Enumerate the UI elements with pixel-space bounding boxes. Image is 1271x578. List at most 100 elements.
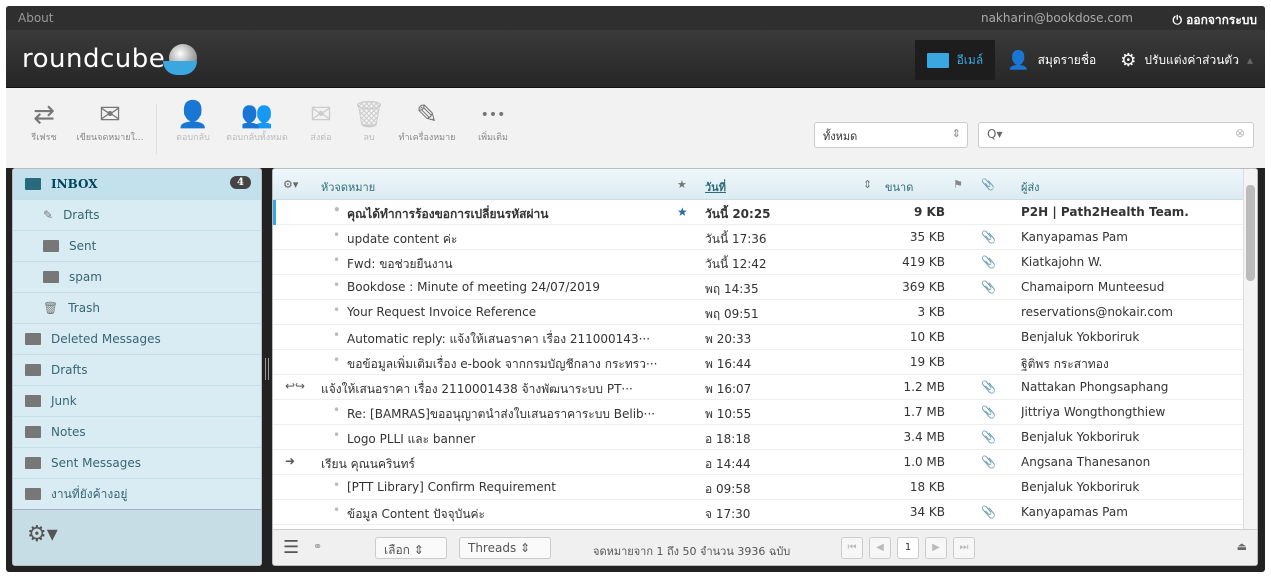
last-page-button[interactable]: ⏭ [953, 537, 975, 559]
clear-search-icon[interactable]: ⊗ [1235, 126, 1245, 140]
subject-cell[interactable]: Fwd: ขอช่วยยืนงาน [347, 255, 665, 274]
preview-toggle-icon[interactable]: ⏏ [1237, 540, 1247, 553]
subject-cell[interactable]: Bookdose : Minute of meeting 24/07/2019 [347, 280, 665, 294]
status-dot-icon[interactable]: • [333, 253, 340, 267]
task-mail[interactable]: อีเมล์ [914, 40, 996, 80]
subject-cell[interactable]: ขอข้อมูลเพิ่มเติมเรื่อง e-book จากกรมบัญ… [347, 355, 665, 374]
from-cell: Nattakan Phongsaphang [1021, 380, 1169, 394]
folder-icon [25, 426, 41, 438]
table-row[interactable]: • Your Request Invoice Reference พฤ 09:51 3… [273, 300, 1257, 325]
folder-sidebar: INBOX 4 ✎ Drafts Sent spam 🗑 Trash Deleted … [12, 168, 262, 566]
subject-cell[interactable]: ข้อมูล Content ปัจจุบันค่ะ [347, 505, 665, 524]
threads-dropdown[interactable]: Threads ⇕ [459, 537, 551, 559]
column-date[interactable]: วันที่ [705, 178, 726, 196]
folder-trash[interactable]: 🗑 Trash [13, 293, 261, 324]
column-flag-star-icon[interactable]: ★ [677, 178, 687, 191]
reply-all-button[interactable]: 👥 ตอบกลับทั้งหมด [221, 100, 293, 160]
about-link[interactable]: About [18, 11, 53, 25]
subject-cell[interactable]: แจ้งให้เสนอราคา เรื่อง 2110001438 จ้างพั… [321, 380, 665, 399]
status-dot-icon[interactable]: • [333, 353, 340, 367]
table-row[interactable]: • ข้อมูล Content ปัจจุบันค่ะ จ 17:30 34 KB 📎… [273, 500, 1257, 525]
more-button[interactable]: ••• เพิ่มเติม [465, 100, 521, 160]
folder-settings-gear-icon[interactable]: ⚙▾ [27, 522, 58, 547]
thread-icon[interactable]: ↩↪ [285, 379, 305, 393]
select-dropdown[interactable]: เลือก ⇕ [375, 537, 447, 559]
scrollbar-thumb[interactable] [1246, 185, 1255, 281]
column-attachment-icon[interactable]: 📎 [981, 178, 995, 191]
subject-cell[interactable]: Logo PLLI และ banner [347, 430, 665, 449]
folder-inbox[interactable]: INBOX 4 [13, 169, 261, 200]
subject-cell[interactable]: คุณได้ทำการร้องขอการเปลี่ยนรหัสผ่าน [347, 205, 665, 224]
folder-pending[interactable]: งานที่ยังค้างอยู่ [13, 479, 261, 510]
attachment-icon: 📎 [981, 505, 996, 519]
thread-icon[interactable]: ➜ [285, 454, 295, 468]
refresh-button[interactable]: ⇄ รีเฟรช [16, 100, 72, 160]
first-page-button[interactable]: ⏮ [841, 537, 863, 559]
splitter-grip[interactable] [265, 358, 269, 380]
folder-drafts-2[interactable]: Drafts [13, 355, 261, 386]
threads-toggle-icon[interactable]: ⚭ [313, 540, 322, 553]
mark-button[interactable]: ✎ ทำเครื่องหมาย [389, 100, 465, 160]
select-arrows-icon: ⇕ [520, 541, 531, 555]
subject-cell[interactable]: เรียน คุณนครินทร์ [321, 455, 665, 474]
table-row[interactable]: • คุณได้ทำการร้องขอการเปลี่ยนรหัสผ่าน ★ วัน… [273, 200, 1257, 225]
list-options-gear-icon[interactable]: ⚙▾ [283, 178, 298, 191]
subject-cell[interactable]: Re: [BAMRAS]ขออนุญาตนำส่งใบเสนอราคาระบบ … [347, 405, 665, 424]
status-dot-icon[interactable]: • [333, 278, 340, 292]
power-icon: ⏻ [1172, 13, 1187, 27]
folder-drafts[interactable]: ✎ Drafts [13, 200, 261, 231]
status-dot-icon[interactable]: • [333, 303, 340, 317]
status-dot-icon[interactable]: • [333, 403, 340, 417]
table-row[interactable]: • ขอข้อมูลเพิ่มเติมเรื่อง e-book จากกรมบั… [273, 350, 1257, 375]
flagged-star-icon[interactable]: ★ [677, 205, 688, 219]
table-row[interactable]: • update content ค่ะ วันนี้ 17:36 35 KB 📎 Kan… [273, 225, 1257, 250]
folder-deleted-messages[interactable]: Deleted Messages [13, 324, 261, 355]
pane-splitter[interactable] [262, 168, 272, 566]
next-page-button[interactable]: ▶ [925, 537, 947, 559]
status-dot-icon[interactable]: • [333, 503, 340, 517]
status-dot-icon[interactable]: • [333, 328, 340, 342]
prev-page-button[interactable]: ◀ [869, 537, 891, 559]
folder-sent[interactable]: Sent [13, 231, 261, 262]
table-row[interactable]: ↩↪ แจ้งให้เสนอราคา เรื่อง 2110001438 จ้าง… [273, 375, 1257, 400]
table-row[interactable]: • [PTT Library] Confirm Requirement อ 09:5… [273, 475, 1257, 500]
search-input[interactable]: Q▾ ⊗ [978, 122, 1254, 148]
column-subject[interactable]: หัวจดหมาย [321, 178, 375, 196]
page-number-input[interactable]: 1 [897, 537, 919, 559]
table-row[interactable]: • Logo PLLI และ banner อ 18:18 3.4 MB 📎 Benja… [273, 425, 1257, 450]
column-flag-icon[interactable]: ⚑ [953, 178, 963, 191]
filter-select[interactable]: ทั้งหมด ⇕ [814, 122, 968, 148]
column-from[interactable]: ผู้ส่ง [1021, 178, 1040, 196]
table-row[interactable]: • Fwd: ขอช่วยยืนงาน วันนี้ 12:42 419 KB 📎 Kia… [273, 250, 1257, 275]
list-scrollbar[interactable] [1243, 169, 1257, 531]
reply-button[interactable]: 👤 ตอบกลับ [165, 100, 221, 160]
status-dot-icon[interactable]: • [333, 228, 340, 242]
compose-button[interactable]: ✉ เขียนจดหมายใ... [72, 100, 148, 160]
column-size[interactable]: ขนาด [885, 178, 913, 196]
forward-button[interactable]: ✉ ส่งต่อ [293, 100, 349, 160]
status-dot-icon[interactable]: • [333, 428, 340, 442]
subject-cell[interactable]: Your Request Invoice Reference [347, 305, 665, 319]
folder-spam[interactable]: spam [13, 262, 261, 293]
logout-button[interactable]: ⏻ ออกจากระบบ [1172, 11, 1257, 30]
table-row[interactable]: • Automatic reply: แจ้งให้เสนอราคา เรื่อง… [273, 325, 1257, 350]
date-cell: พ 20:33 [705, 332, 752, 346]
folder-sent-messages[interactable]: Sent Messages [13, 448, 261, 479]
subject-cell[interactable]: update content ค่ะ [347, 230, 665, 249]
status-dot-icon[interactable]: • [333, 478, 340, 492]
table-row[interactable]: • Re: [BAMRAS]ขออนุญาตนำส่งใบเสนอราคาระบบ… [273, 400, 1257, 425]
layout-list-icon[interactable]: ☰ [283, 537, 299, 558]
task-settings[interactable]: ⚙ ปรับแต่งค่าส่วนตัว ▴ [1108, 40, 1265, 80]
table-row[interactable]: ➜ เรียน คุณนครินทร์ อ 14:44 1.0 MB 📎 Angsana … [273, 450, 1257, 475]
logout-label: ออกจากระบบ [1186, 13, 1257, 27]
status-dot-icon[interactable]: • [333, 203, 341, 217]
delete-button[interactable]: 🗑 ลบ [349, 100, 389, 160]
folder-notes[interactable]: Notes [13, 417, 261, 448]
subject-cell[interactable]: Automatic reply: แจ้งให้เสนอราคา เรื่อง … [347, 330, 665, 349]
folder-junk[interactable]: Junk [13, 386, 261, 417]
message-count: จดหมายจาก 1 ถึง 50 จำนวน 3936 ฉบับ [593, 545, 791, 558]
subject-cell[interactable]: [PTT Library] Confirm Requirement [347, 480, 665, 494]
task-addressbook[interactable]: 👤 สมุดรายชื่อ [995, 40, 1108, 80]
folder-label: Sent [69, 239, 97, 253]
table-row[interactable]: • Bookdose : Minute of meeting 24/07/2019… [273, 275, 1257, 300]
